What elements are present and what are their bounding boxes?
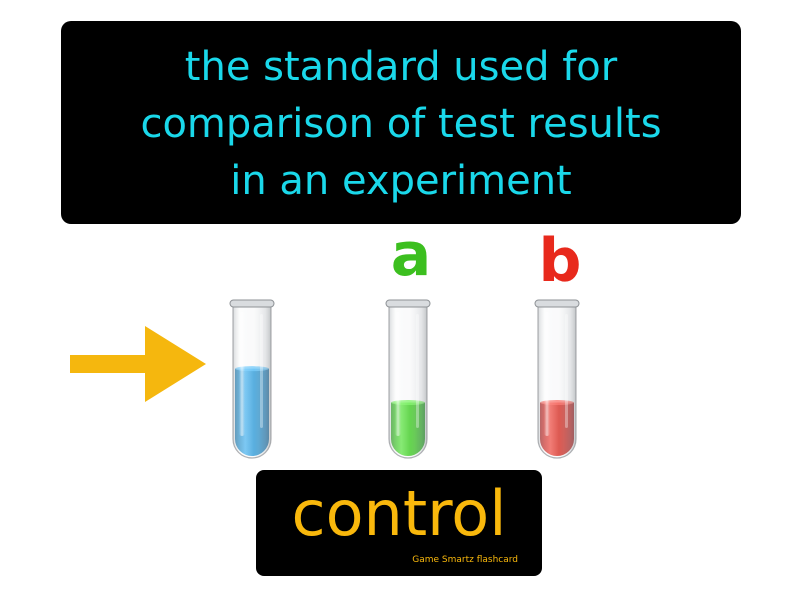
term-box: control Game Smartz flashcard: [256, 470, 542, 576]
arrow-right-icon: [70, 326, 206, 402]
test-tube-a: [385, 299, 431, 459]
brand-caption: Game Smartz flashcard: [412, 555, 518, 565]
test-tube-b: [534, 299, 580, 459]
term-word: control: [291, 477, 507, 550]
test-tube-control: [229, 299, 275, 459]
